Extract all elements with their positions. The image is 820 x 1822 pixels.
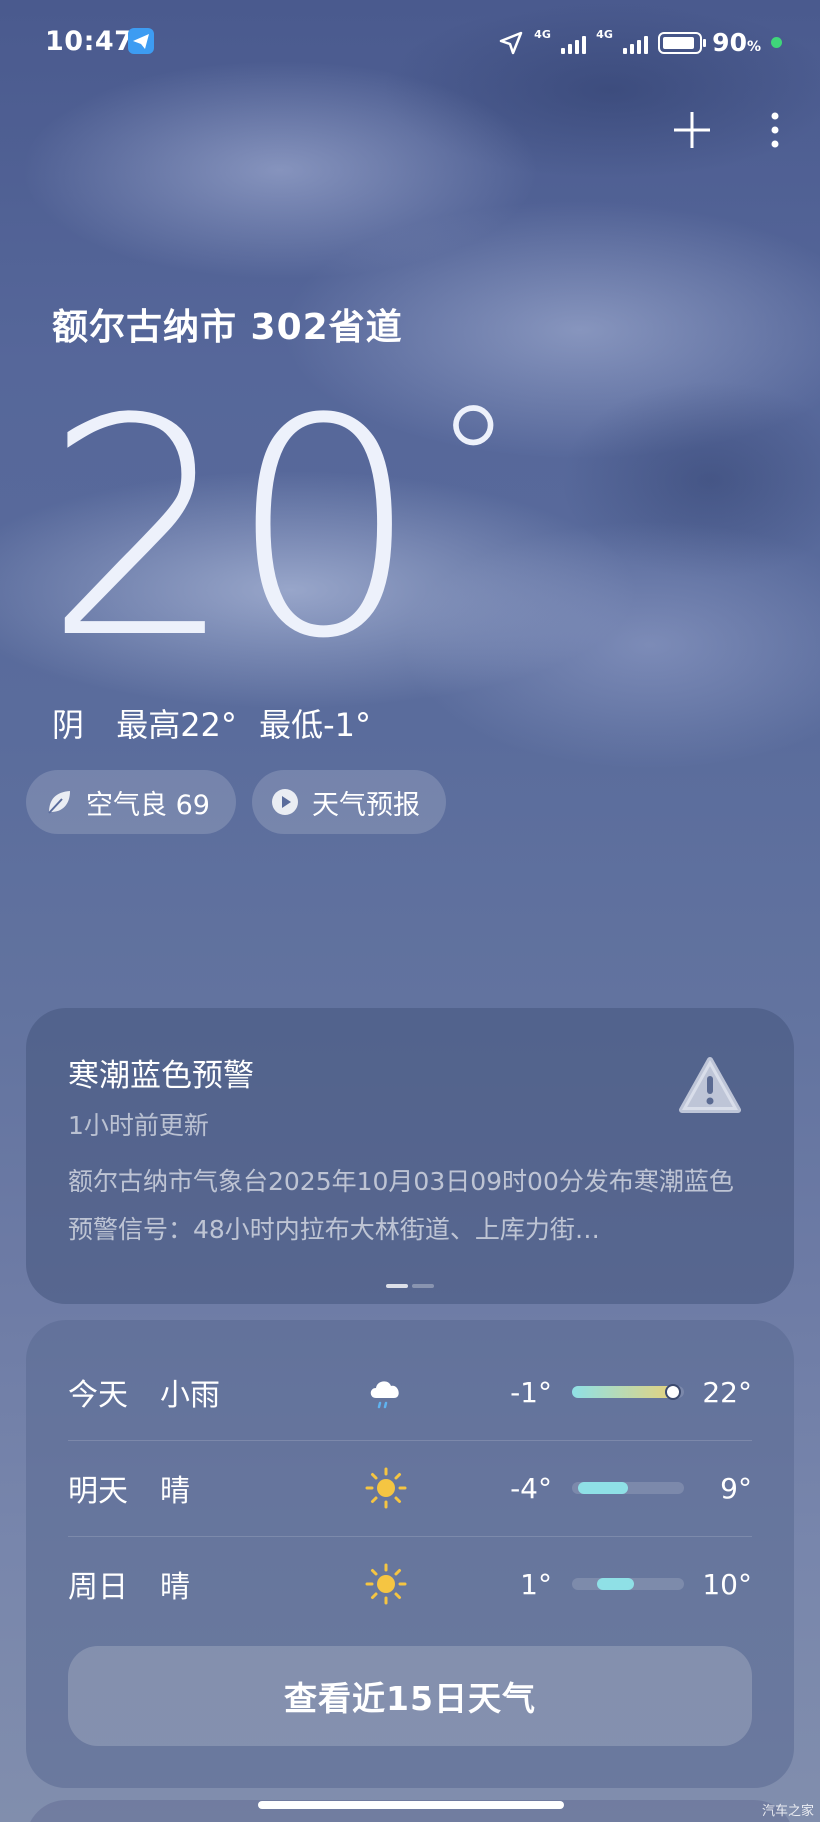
air-quality-chip[interactable]: 空气良 69: [26, 770, 236, 834]
forecast-low: 1°: [520, 1567, 552, 1601]
signal-bars-icon: [623, 35, 649, 54]
cloud-shadow: [560, 380, 820, 580]
status-time: 10:47: [45, 26, 134, 57]
sun-icon: [350, 1466, 422, 1510]
forecast-condition: 小雨: [160, 1378, 220, 1413]
weather-screen: 10:47 4G 4G 90% 额尔古纳市 302省道 20° 阴 最高22°: [0, 0, 820, 1822]
play-icon: [271, 789, 298, 815]
alert-pager: [386, 1284, 434, 1288]
battery-level: 90%: [712, 28, 761, 57]
forecast-video-chip[interactable]: 天气预报: [251, 770, 446, 834]
temperature-range-fill: [596, 1578, 634, 1590]
alert-title: 寒潮蓝色预警: [68, 1058, 254, 1094]
forecast-condition: 晴: [160, 1474, 190, 1509]
warning-triangle-icon: [678, 1056, 742, 1118]
forecast-condition: 晴: [160, 1570, 190, 1605]
cloud-layer: [20, 60, 540, 280]
forecast-day: 周日: [68, 1570, 128, 1605]
alert-updated-time: 1小时前更新: [68, 1111, 209, 1140]
today-low: 最低-1°: [259, 706, 372, 744]
current-condition: 阴: [52, 706, 85, 744]
daily-forecast-card: 今天 小雨 -1° 22° 明天晴 -4° 9° 周日晴 1° 10° 查看近15日天气: [26, 1320, 794, 1788]
current-temperature: 20 °: [44, 355, 511, 704]
battery-icon: [658, 31, 707, 54]
status-bar: 10:47 4G 4G 90%: [0, 0, 820, 80]
forecast-high: 22°: [702, 1375, 752, 1409]
add-city-icon[interactable]: [672, 110, 712, 150]
signal-2: 4G: [596, 27, 649, 56]
telegram-icon: [128, 28, 154, 54]
forecast-day: 明天: [68, 1474, 128, 1509]
weather-alert-card[interactable]: 寒潮蓝色预警 1小时前更新 额尔古纳市气象台2025年10月03日09时00分发…: [26, 1008, 794, 1304]
forecast-high: 9°: [720, 1471, 752, 1505]
location-title[interactable]: 额尔古纳市 302省道: [52, 298, 403, 350]
forecast-row[interactable]: 明天晴 -4° 9°: [68, 1440, 752, 1536]
watermark: 汽车之家: [761, 1804, 814, 1819]
today-summary: 阴 最高22° 最低-1°: [52, 700, 393, 746]
signal-1: 4G: [534, 27, 587, 56]
forecast-high: 10°: [702, 1567, 752, 1601]
forecast-day: 今天: [68, 1378, 128, 1413]
today-high: 最高22°: [116, 706, 237, 744]
more-menu-icon[interactable]: [770, 110, 780, 150]
leaf-icon: [48, 791, 70, 814]
network-type-label: 4G: [596, 27, 613, 41]
forecast-low: -4°: [510, 1471, 552, 1505]
forecast-row[interactable]: 周日晴 1° 10°: [68, 1536, 752, 1632]
forecast-row[interactable]: 今天 小雨 -1° 22°: [68, 1344, 752, 1440]
info-chips: 空气良 69 天气预报: [26, 770, 446, 834]
status-indicators: 4G 4G 90%: [498, 28, 782, 57]
network-type-label: 4G: [534, 27, 551, 41]
current-temp-marker: [664, 1384, 681, 1400]
forecast-low: -1°: [510, 1375, 552, 1409]
top-actions: [672, 110, 780, 150]
view-15-day-button[interactable]: 查看近15日天气: [68, 1646, 752, 1746]
location-arrow-icon: [499, 31, 523, 54]
signal-bars-icon: [561, 35, 587, 54]
home-indicator[interactable]: [258, 1801, 564, 1809]
temperature-range-fill: [572, 1386, 679, 1398]
alert-description: 额尔古纳市气象台2025年10月03日09时00分发布寒潮蓝色预警信号：48小时…: [68, 1167, 734, 1244]
privacy-indicator-dot: [771, 37, 782, 48]
temperature-range-bar: [572, 1384, 684, 1400]
temperature-range-fill: [577, 1482, 628, 1494]
temperature-range-bar: [572, 1482, 684, 1494]
air-quality-label: 空气良 69: [86, 789, 210, 821]
cloud-rain-icon: [350, 1370, 422, 1414]
sun-icon: [350, 1562, 422, 1606]
temperature-range-bar: [572, 1578, 684, 1590]
forecast-video-label: 天气预报: [311, 789, 420, 821]
